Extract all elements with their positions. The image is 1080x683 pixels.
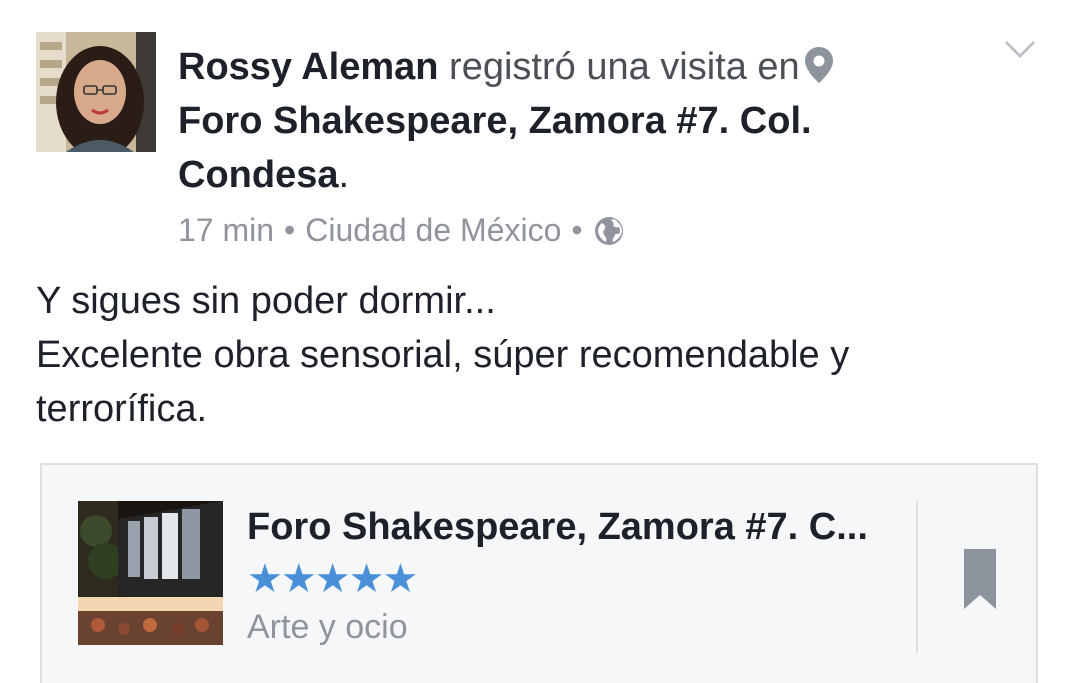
chevron-down-icon[interactable] [1000,30,1040,70]
meta-separator: • [571,212,583,248]
card-divider [916,501,918,653]
avatar[interactable] [36,32,156,152]
card-category: Arte y ocio [247,608,408,646]
checkin-post: Rossy Aleman registró una visita en Foro… [0,0,1080,683]
post-body: Y sigues sin poder dormir... Excelente o… [36,274,1036,436]
post-time[interactable]: 17 min [178,208,274,252]
post-location[interactable]: Ciudad de México [305,208,561,252]
author-name[interactable]: Rossy Aleman [178,46,438,88]
bookmark-icon[interactable] [962,547,998,611]
post-meta: 17 min • Ciudad de México • [178,208,625,252]
post-text-line: Y sigues sin poder dormir... [36,280,496,322]
location-pin-icon [802,45,836,85]
checkin-verb: registró una visita en [449,46,800,88]
place-suffix: . [338,154,350,196]
post-text-line: terrorífica. [36,388,208,430]
place-card[interactable]: Foro Shakespeare, Zamora #7. C... ★★★★★ … [40,463,1038,683]
meta-separator: • [284,212,296,248]
rating-stars: ★★★★★ [247,557,418,601]
place-thumbnail[interactable] [78,501,223,645]
post-text-line: Excelente obra sensorial, súper recomend… [36,334,850,376]
globe-icon[interactable] [593,214,625,246]
card-title[interactable]: Foro Shakespeare, Zamora #7. C... [247,503,907,551]
post-header: Rossy Aleman registró una visita en Foro… [178,40,898,202]
place-link[interactable]: Foro Shakespeare, Zamora #7. Col. Condes… [178,100,812,196]
